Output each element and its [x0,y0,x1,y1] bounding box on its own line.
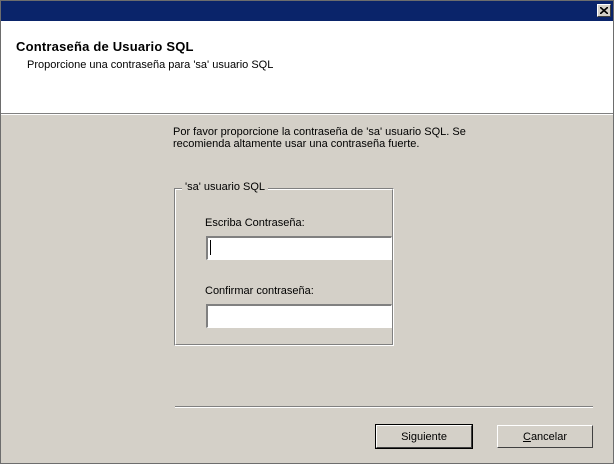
confirm-password-input[interactable] [206,304,392,328]
next-button[interactable]: Siguiente [375,424,473,449]
page-subtitle: Proporcione una contraseña para 'sa' usu… [27,59,274,71]
footer-divider [175,406,593,408]
title-bar[interactable] [1,1,613,21]
confirm-password-label: Confirmar contraseña: [205,285,314,297]
cancel-button[interactable]: Cancelar [497,425,593,448]
text-caret [210,240,211,255]
close-icon [600,7,608,14]
password-input[interactable] [206,236,392,260]
header-divider [1,113,613,115]
instructions-text: Por favor proporcione la contraseña de '… [173,126,466,150]
close-button[interactable] [597,4,611,17]
header-panel: Contraseña de Usuario SQL Proporcione un… [1,21,613,113]
page-title: Contraseña de Usuario SQL [16,39,194,54]
next-button-label: Siguiente [401,430,447,443]
password-label: Escriba Contraseña: [205,217,305,229]
groupbox-label: 'sa' usuario SQL [182,181,269,193]
setup-dialog: Contraseña de Usuario SQL Proporcione un… [0,0,614,464]
cancel-button-label: Cancelar [522,430,568,443]
